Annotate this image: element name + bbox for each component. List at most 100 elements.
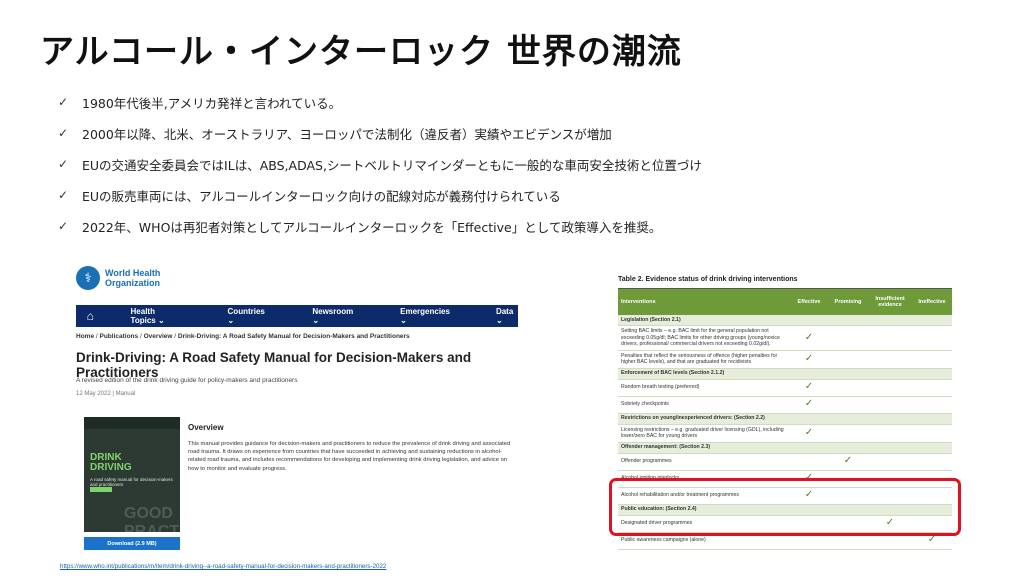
bullet-text: 2022年、WHOは再犯者対策としてアルコールインターロックを「Effectiv… bbox=[82, 219, 662, 235]
evidence-table: Interventions Effective Promising Insuff… bbox=[618, 289, 952, 550]
nav-emergencies[interactable]: Emergencies ⌄ bbox=[400, 307, 450, 325]
crumb-home[interactable]: Home bbox=[76, 333, 94, 340]
bullet-item: ✓ EUの交通安全委員会ではILは、ABS,ADAS,シートベルトリマインダーとも… bbox=[58, 154, 998, 174]
check-icon: ✓ bbox=[790, 379, 828, 397]
check-icon: ✓ bbox=[58, 188, 69, 202]
section-label: Offender management: (Section 2.3) bbox=[618, 442, 952, 454]
check-icon: ✓ bbox=[790, 424, 828, 443]
source-url-link[interactable]: https://www.who.int/publications/m/item/… bbox=[60, 563, 386, 570]
empty-cell bbox=[790, 453, 828, 471]
empty-cell bbox=[868, 396, 912, 414]
evidence-table-panel: Table 2. Evidence status of drink drivin… bbox=[618, 270, 952, 550]
who-nav-bar: ⌂ Health Topics ⌄ Countries ⌄ Newsroom ⌄… bbox=[76, 305, 518, 327]
cover-badge bbox=[90, 487, 112, 492]
check-icon: ✓ bbox=[58, 95, 69, 109]
bullet-text: 1980年代後半,アメリカ発祥と言われている。 bbox=[82, 95, 342, 111]
bullet-text: EUの交通安全委員会ではILは、ABS,ADAS,シートベルトリマインダーともに… bbox=[82, 157, 702, 173]
breadcrumb: Home / Publications / Overview / Drink-D… bbox=[76, 333, 410, 340]
empty-cell bbox=[868, 325, 912, 351]
section-label: Public education: (Section 2.4) bbox=[618, 504, 952, 516]
bullet-item: ✓ 1980年代後半,アメリカ発祥と言われている。 bbox=[58, 92, 998, 112]
header-ineffective: Ineffective bbox=[912, 289, 952, 315]
crumb-publications[interactable]: Publications bbox=[99, 333, 138, 340]
empty-cell bbox=[912, 396, 952, 414]
who-logo[interactable]: ⚕ World Health Organization bbox=[76, 265, 518, 291]
cover-text: GOOD PRACTICE bbox=[124, 505, 180, 532]
manual-cover-image[interactable]: DRINK DRIVING A road safety manual for d… bbox=[84, 417, 180, 532]
empty-cell bbox=[828, 379, 868, 397]
header-insufficient: Insufficient evidence bbox=[868, 289, 912, 315]
empty-cell bbox=[912, 424, 952, 443]
empty-cell bbox=[912, 379, 952, 397]
table-section-row: Enforcement of BAC levels (Section 2.1.2… bbox=[618, 368, 952, 380]
table-row: Setting BAC limits – e.g. BAC limit for … bbox=[618, 325, 952, 351]
empty-cell bbox=[912, 487, 952, 505]
intervention-label: Designated driver programmes bbox=[618, 515, 790, 533]
empty-cell bbox=[868, 424, 912, 443]
check-icon: ✓ bbox=[790, 396, 828, 414]
intervention-label: Setting BAC limits – e.g. BAC limit for … bbox=[618, 325, 790, 351]
header-promising: Promising bbox=[828, 289, 868, 315]
check-icon: ✓ bbox=[58, 157, 69, 171]
empty-cell bbox=[828, 350, 868, 369]
table-row: Alcohol rehabilitation and/or treatment … bbox=[618, 487, 952, 505]
empty-cell bbox=[828, 470, 868, 488]
check-icon: ✓ bbox=[868, 515, 912, 533]
table-row: Penalties that reflect the seriousness o… bbox=[618, 350, 952, 369]
empty-cell bbox=[828, 515, 868, 533]
download-button[interactable]: Download (2.9 MB) bbox=[84, 537, 180, 550]
header-interventions: Interventions bbox=[618, 289, 790, 315]
who-page-screenshot: ⚕ World Health Organization ⌂ Health Top… bbox=[60, 265, 518, 585]
empty-cell bbox=[828, 532, 868, 550]
overview-heading: Overview bbox=[188, 423, 224, 432]
table-title: Table 2. Evidence status of drink drivin… bbox=[618, 270, 952, 289]
table-row: Designated driver programmes ✓ bbox=[618, 515, 952, 533]
section-label: Enforcement of BAC levels (Section 2.1.2… bbox=[618, 368, 952, 380]
table-section-row: Restrictions on young/inexperienced driv… bbox=[618, 413, 952, 425]
nav-countries[interactable]: Countries ⌄ bbox=[228, 307, 267, 325]
intervention-label: Random breath testing (preferred) bbox=[618, 379, 790, 397]
intervention-label: Licensing restrictions – e.g. graduated … bbox=[618, 424, 790, 443]
section-label: Restrictions on young/inexperienced driv… bbox=[618, 413, 952, 425]
empty-cell bbox=[868, 532, 912, 550]
table-row: Random breath testing (preferred) ✓ bbox=[618, 379, 952, 397]
empty-cell bbox=[912, 453, 952, 471]
bullet-text: EUの販売車両には、アルコールインターロック向けの配線対応が義務付けられている bbox=[82, 188, 561, 204]
check-icon: ✓ bbox=[790, 325, 828, 351]
empty-cell bbox=[868, 487, 912, 505]
intervention-label: Alcohol rehabilitation and/or treatment … bbox=[618, 487, 790, 505]
empty-cell bbox=[912, 325, 952, 351]
intervention-label: Sobriety checkpoints bbox=[618, 396, 790, 414]
crumb-current: Drink-Driving: A Road Safety Manual for … bbox=[177, 333, 410, 340]
publish-date: 12 May 2022 | Manual bbox=[76, 391, 136, 397]
cover-logo-band bbox=[84, 417, 180, 429]
empty-cell bbox=[868, 470, 912, 488]
nav-data[interactable]: Data ⌄ bbox=[496, 307, 518, 325]
who-org-name: World Health Organization bbox=[105, 268, 161, 288]
table-row: Offender programmes ✓ bbox=[618, 453, 952, 471]
overview-body: This manual provides guidance for decisi… bbox=[188, 441, 511, 472]
nav-health-topics[interactable]: Health Topics ⌄ bbox=[131, 307, 182, 325]
table-section-row: Offender management: (Section 2.3) bbox=[618, 442, 952, 454]
bullet-list: ✓ 1980年代後半,アメリカ発祥と言われている。 ✓ 2000年以降、北米、オース… bbox=[58, 92, 998, 247]
table-row: Alcohol ignition interlocks ✓ bbox=[618, 470, 952, 488]
crumb-overview[interactable]: Overview bbox=[144, 333, 173, 340]
intervention-label: Public awareness campaigns (alone) bbox=[618, 532, 790, 550]
home-icon[interactable]: ⌂ bbox=[76, 309, 105, 323]
check-icon: ✓ bbox=[828, 453, 868, 471]
empty-cell bbox=[868, 379, 912, 397]
table-row: Sobriety checkpoints ✓ bbox=[618, 396, 952, 414]
slide-title: アルコール・インターロック 世界の潮流 bbox=[40, 32, 682, 72]
empty-cell bbox=[912, 350, 952, 369]
check-icon: ✓ bbox=[790, 470, 828, 488]
nav-newsroom[interactable]: Newsroom ⌄ bbox=[312, 307, 354, 325]
empty-cell bbox=[868, 453, 912, 471]
bullet-item: ✓ EUの販売車両には、アルコールインターロック向けの配線対応が義務付けられている bbox=[58, 185, 998, 205]
empty-cell bbox=[828, 424, 868, 443]
check-icon: ✓ bbox=[790, 487, 828, 505]
header-effective: Effective bbox=[790, 289, 828, 315]
empty-cell bbox=[912, 470, 952, 488]
check-icon: ✓ bbox=[58, 126, 69, 140]
intervention-label: Offender programmes bbox=[618, 453, 790, 471]
empty-cell bbox=[828, 325, 868, 351]
